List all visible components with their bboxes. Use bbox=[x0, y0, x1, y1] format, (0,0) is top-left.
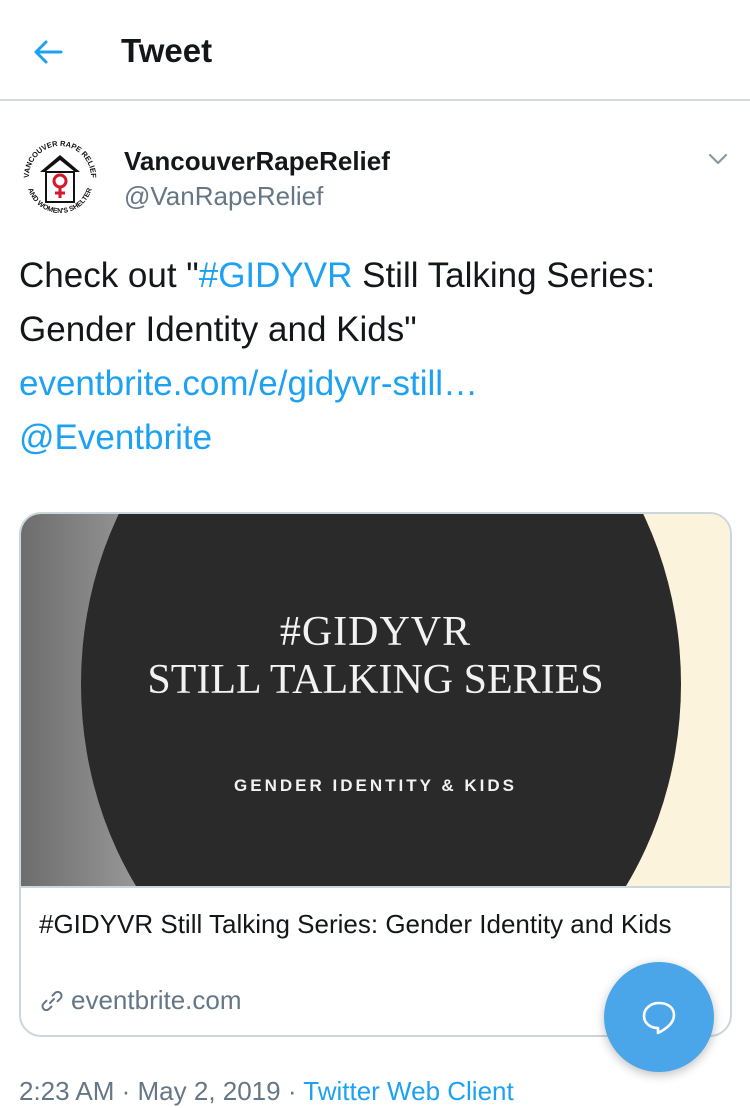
tweet-text: Check out "#GIDYVR Still Talking Series:… bbox=[19, 249, 719, 465]
mention-link[interactable]: @Eventbrite bbox=[19, 418, 212, 457]
link-preview-card[interactable]: #GIDYVR STILL TALKING SERIES GENDER IDEN… bbox=[19, 512, 732, 1037]
back-button[interactable] bbox=[26, 30, 70, 74]
url-link[interactable]: eventbrite.com/e/gidyvr-still… bbox=[19, 364, 478, 403]
tweet-author: VANCOUVER RAPE RELIEF AND WOMEN'S SHELTE… bbox=[0, 101, 750, 231]
card-image-subtitle: GENDER IDENTITY & KIDS bbox=[234, 776, 517, 795]
tweet-menu-button[interactable] bbox=[702, 143, 734, 175]
tweet-client-link[interactable]: Twitter Web Client bbox=[303, 1076, 513, 1106]
card-title: #GIDYVR Still Talking Series: Gender Ide… bbox=[39, 909, 672, 939]
meta-separator: · bbox=[280, 1076, 304, 1106]
card-divider bbox=[21, 886, 730, 888]
top-nav-bar: Tweet bbox=[0, 0, 750, 101]
reply-fab-button[interactable] bbox=[604, 962, 714, 1072]
tweet-time: 2:23 AM bbox=[19, 1076, 115, 1106]
hashtag-link[interactable]: #GIDYVR bbox=[199, 256, 353, 295]
tweet-meta: 2:23 AM · May 2, 2019 · Twitter Web Clie… bbox=[19, 1073, 514, 1108]
card-image: #GIDYVR STILL TALKING SERIES GENDER IDEN… bbox=[21, 514, 730, 886]
card-domain: eventbrite.com bbox=[39, 985, 242, 1016]
meta-separator: · bbox=[114, 1076, 138, 1106]
chevron-down-icon bbox=[708, 153, 728, 165]
card-domain-text: eventbrite.com bbox=[71, 985, 242, 1015]
card-image-headline-2: STILL TALKING SERIES bbox=[147, 657, 604, 703]
reply-bubble-icon bbox=[642, 1001, 676, 1035]
arrow-left-icon bbox=[34, 40, 63, 64]
author-name[interactable]: VancouverRapeRelief bbox=[124, 145, 390, 177]
avatar[interactable]: VANCOUVER RAPE RELIEF AND WOMEN'S SHELTE… bbox=[15, 132, 105, 222]
link-icon bbox=[39, 988, 65, 1014]
tweet-date: May 2, 2019 bbox=[137, 1076, 281, 1106]
vancouver-rape-relief-logo-icon: VANCOUVER RAPE RELIEF AND WOMEN'S SHELTE… bbox=[22, 139, 98, 215]
tweet-text-prefix: Check out " bbox=[19, 256, 199, 295]
card-image-headline-1: #GIDYVR bbox=[279, 609, 472, 655]
page-title: Tweet bbox=[121, 32, 213, 69]
author-handle[interactable]: @VanRapeRelief bbox=[124, 180, 323, 212]
